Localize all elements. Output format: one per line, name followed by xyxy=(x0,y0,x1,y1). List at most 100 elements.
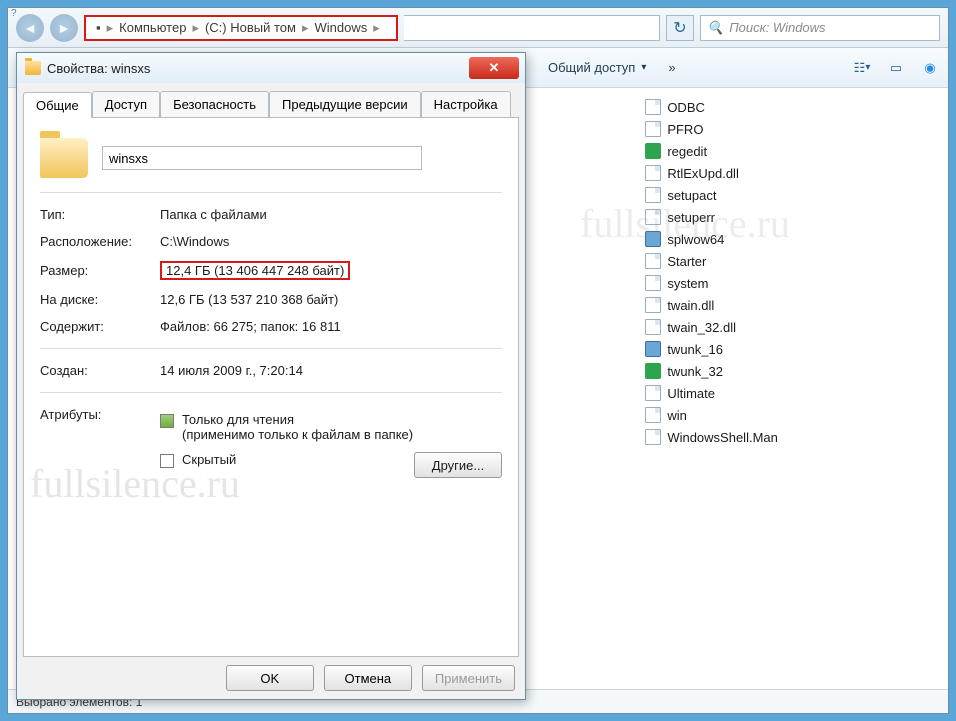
nav-back-button[interactable]: ◄ xyxy=(16,14,44,42)
chevron-down-icon: ▾ xyxy=(641,62,646,73)
chevron-right-icon: ▸ xyxy=(192,20,199,36)
size-label: Размер: xyxy=(40,263,160,278)
folder-large-icon xyxy=(40,138,88,178)
tab-previous-versions[interactable]: Предыдущие версии xyxy=(269,91,421,117)
file-icon xyxy=(645,385,661,401)
tab-access[interactable]: Доступ xyxy=(92,91,160,117)
location-value: C:\Windows xyxy=(160,234,502,249)
file-name: ODBC xyxy=(667,100,705,115)
created-value: 14 июля 2009 г., 7:20:14 xyxy=(160,363,502,378)
file-item[interactable]: twain_32.dll xyxy=(641,318,944,336)
view-menu[interactable]: ☷ ▾ xyxy=(852,59,872,77)
search-input[interactable]: 🔍 Поиск: Windows xyxy=(700,15,940,41)
file-icon xyxy=(645,429,661,445)
dialog-titlebar[interactable]: Свойства: winsxs ✕ xyxy=(17,53,525,83)
breadcrumb-root-icon: ▪ xyxy=(96,20,101,35)
file-name: PFRO xyxy=(667,122,703,137)
size-value: 12,4 ГБ (13 406 447 248 байт) xyxy=(160,261,350,280)
file-item[interactable]: twunk_32 xyxy=(641,362,944,380)
dialog-tabs: Общие Доступ Безопасность Предыдущие вер… xyxy=(23,91,519,117)
address-bar: ◄ ► ▪ ▸ Компьютер ▸ (C:) Новый том ▸ Win… xyxy=(8,8,948,48)
search-icon: 🔍 xyxy=(707,20,723,36)
readonly-label: Только для чтения xyxy=(182,412,294,427)
file-name: Starter xyxy=(667,254,706,269)
file-icon xyxy=(645,253,661,269)
dialog-title: Свойства: winsxs xyxy=(47,61,150,76)
file-item[interactable]: PFRO xyxy=(641,120,944,138)
help-button[interactable]: ◉ xyxy=(920,59,940,77)
ok-button[interactable]: OK xyxy=(226,665,314,691)
share-label: Общий доступ xyxy=(548,60,635,75)
breadcrumb-item[interactable]: Windows xyxy=(315,20,368,35)
file-name: win xyxy=(667,408,687,423)
app-icon xyxy=(645,341,661,357)
file-name: WindowsShell.Man xyxy=(667,430,778,445)
hidden-checkbox[interactable] xyxy=(160,454,174,468)
file-name: twain_32.dll xyxy=(667,320,736,335)
file-icon xyxy=(645,121,661,137)
preview-pane-button[interactable]: ▭ xyxy=(886,59,906,77)
readonly-note: (применимо только к файлам в папке) xyxy=(182,427,413,442)
file-item[interactable]: Ultimate xyxy=(641,384,944,402)
toolbar-overflow-icon[interactable]: » xyxy=(668,60,675,75)
ondisk-label: На диске: xyxy=(40,292,160,307)
file-item[interactable]: twain.dll xyxy=(641,296,944,314)
green-icon xyxy=(645,363,661,379)
file-item[interactable]: regedit xyxy=(641,142,944,160)
search-placeholder: Поиск: Windows xyxy=(729,20,825,35)
apply-button[interactable]: Применить xyxy=(422,665,515,691)
file-icon xyxy=(645,275,661,291)
chevron-right-icon: ▸ xyxy=(107,20,114,36)
file-name: regedit xyxy=(667,144,707,159)
file-item[interactable]: setuperr xyxy=(641,208,944,226)
file-icon xyxy=(645,209,661,225)
file-name: twain.dll xyxy=(667,298,714,313)
file-name: setupact xyxy=(667,188,716,203)
file-icon xyxy=(645,187,661,203)
chevron-right-icon: ▸ xyxy=(302,20,309,36)
file-icon xyxy=(645,165,661,181)
tab-customize[interactable]: Настройка xyxy=(421,91,511,117)
file-item[interactable]: setupact xyxy=(641,186,944,204)
other-attributes-button[interactable]: Другие... xyxy=(414,452,502,478)
file-item[interactable]: twunk_16 xyxy=(641,340,944,358)
file-item[interactable]: win xyxy=(641,406,944,424)
file-icon xyxy=(645,407,661,423)
location-label: Расположение: xyxy=(40,234,160,249)
file-item[interactable]: WindowsShell.Man xyxy=(641,428,944,446)
tab-general[interactable]: Общие xyxy=(23,92,92,118)
nav-forward-button[interactable]: ► xyxy=(50,14,78,42)
folder-name-input[interactable] xyxy=(102,146,422,170)
refresh-button[interactable]: ↻ xyxy=(666,15,694,41)
address-input-extension[interactable] xyxy=(404,15,660,41)
file-item[interactable]: splwow64 xyxy=(641,230,944,248)
ondisk-value: 12,6 ГБ (13 537 210 368 байт) xyxy=(160,292,502,307)
file-name: system xyxy=(667,276,708,291)
contains-value: Файлов: 66 275; папок: 16 811 xyxy=(160,319,502,334)
file-name: twunk_16 xyxy=(667,342,723,357)
properties-dialog: Свойства: winsxs ✕ Общие Доступ Безопасн… xyxy=(16,52,526,700)
chevron-right-icon: ▸ xyxy=(373,20,380,36)
file-item[interactable]: ODBC xyxy=(641,98,944,116)
type-label: Тип: xyxy=(40,207,160,222)
file-item[interactable]: Starter xyxy=(641,252,944,270)
file-name: setuperr xyxy=(667,210,715,225)
app-icon xyxy=(645,231,661,247)
file-name: twunk_32 xyxy=(667,364,723,379)
breadcrumb-item[interactable]: Компьютер xyxy=(119,20,186,35)
cancel-button[interactable]: Отмена xyxy=(324,665,412,691)
file-icon xyxy=(645,99,661,115)
close-button[interactable]: ✕ xyxy=(469,57,519,79)
readonly-checkbox[interactable] xyxy=(160,414,174,428)
breadcrumb[interactable]: ▪ ▸ Компьютер ▸ (C:) Новый том ▸ Windows… xyxy=(84,15,398,41)
created-label: Создан: xyxy=(40,363,160,378)
type-value: Папка с файлами xyxy=(160,207,502,222)
file-icon xyxy=(645,297,661,313)
breadcrumb-item[interactable]: (C:) Новый том xyxy=(205,20,296,35)
file-icon xyxy=(645,319,661,335)
contains-label: Содержит: xyxy=(40,319,160,334)
tab-security[interactable]: Безопасность xyxy=(160,91,269,117)
file-item[interactable]: system xyxy=(641,274,944,292)
share-menu[interactable]: Общий доступ ▾ xyxy=(540,57,654,78)
file-item[interactable]: RtlExUpd.dll xyxy=(641,164,944,182)
